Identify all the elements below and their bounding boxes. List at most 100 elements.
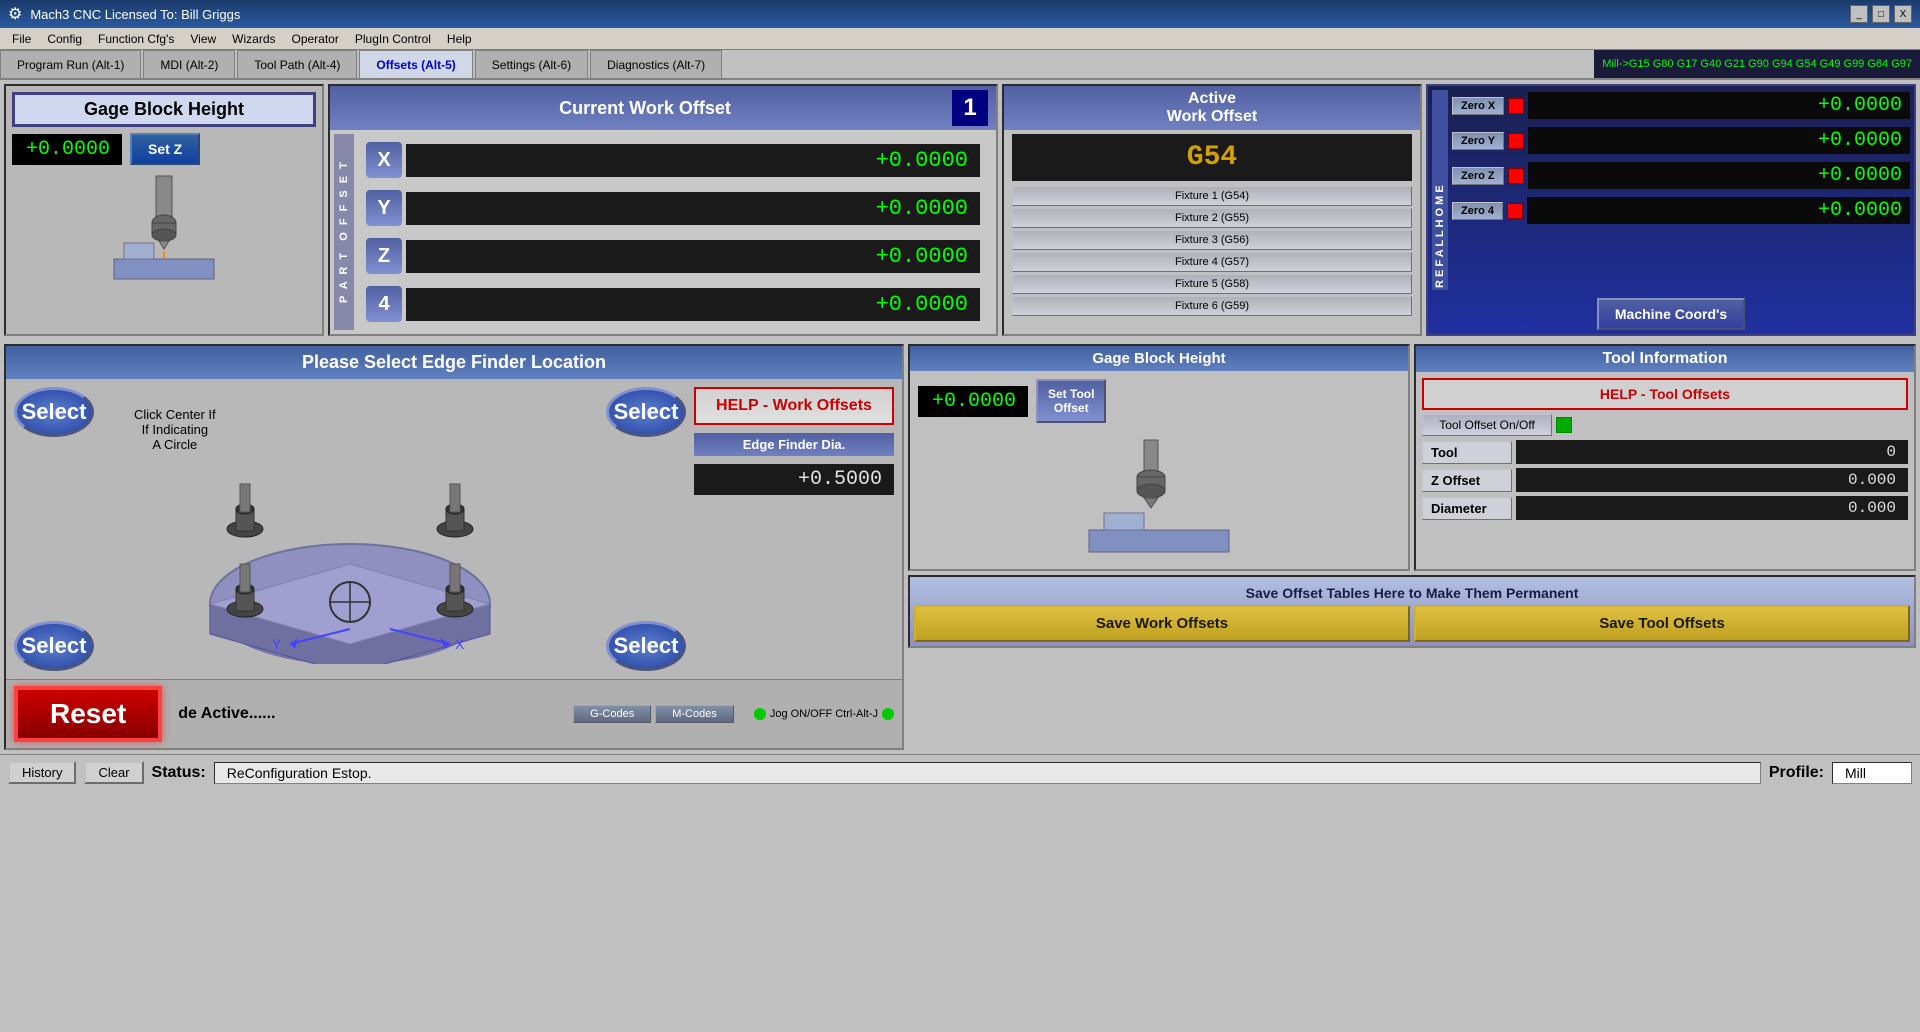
- tab-bar: Program Run (Alt-1) MDI (Alt-2) Tool Pat…: [0, 50, 1920, 80]
- edge-finder-dia-label: Edge Finder Dia.: [694, 433, 894, 456]
- menu-view[interactable]: View: [182, 30, 224, 48]
- menu-plugin-control[interactable]: PlugIn Control: [347, 30, 439, 48]
- minimize-button[interactable]: _: [1850, 5, 1868, 23]
- title-bar-left: ⚙ Mach3 CNC Licensed To: Bill Griggs: [8, 4, 240, 24]
- menu-config[interactable]: Config: [39, 30, 90, 48]
- tab-offsets[interactable]: Offsets (Alt-5): [359, 50, 472, 78]
- save-work-offsets-button[interactable]: Save Work Offsets: [914, 605, 1410, 642]
- menu-operator[interactable]: Operator: [284, 30, 347, 48]
- tab-program-run[interactable]: Program Run (Alt-1): [0, 50, 141, 78]
- close-button[interactable]: X: [1894, 5, 1912, 23]
- help-work-offsets-button[interactable]: HELP - Work Offsets: [694, 387, 894, 425]
- ref-all-home-label[interactable]: R E F A L L H O M E: [1432, 90, 1448, 290]
- fixture-g54-button[interactable]: Fixture 1 (G54): [1012, 186, 1412, 206]
- menu-help[interactable]: Help: [439, 30, 480, 48]
- edge-finder-right: HELP - Work Offsets Edge Finder Dia. +0.…: [694, 387, 894, 671]
- fixture-g55-button[interactable]: Fixture 2 (G55): [1012, 208, 1412, 228]
- zero-y-button[interactable]: Zero Y: [1452, 132, 1504, 150]
- select-top-right-button[interactable]: Select: [606, 387, 686, 437]
- tool-info-panel: Tool Information HELP - Tool Offsets Too…: [1414, 344, 1916, 571]
- axis-value-z[interactable]: +0.0000: [406, 240, 980, 273]
- select-bottom-right-button[interactable]: Select: [606, 621, 686, 671]
- zero-row-z: Zero Z +0.0000: [1452, 162, 1910, 189]
- axis-value-y[interactable]: +0.0000: [406, 192, 980, 225]
- fixture-g58-button[interactable]: Fixture 5 (G58): [1012, 274, 1412, 294]
- history-button[interactable]: History: [8, 761, 76, 784]
- edge-finder-diagram: Select Select Select Select Click Center…: [14, 387, 686, 671]
- z-offset-row: Z Offset 0.000: [1422, 468, 1908, 492]
- maximize-button[interactable]: □: [1872, 5, 1890, 23]
- axes-container: X +0.0000 Y +0.0000 Z +0.0000 4 +0.0000: [354, 134, 992, 330]
- set-z-button[interactable]: Set Z: [130, 133, 200, 165]
- tab-tool-path[interactable]: Tool Path (Alt-4): [237, 50, 357, 78]
- zero-row-4: Zero 4 +0.0000: [1452, 197, 1910, 224]
- gage-block-bottom-panel: Gage Block Height +0.0000 Set ToolOffset: [908, 344, 1410, 571]
- work-offset-header: Current Work Offset 1: [330, 86, 996, 130]
- zero-4-button[interactable]: Zero 4: [1452, 202, 1503, 220]
- tool-info-content: HELP - Tool Offsets Tool Offset On/Off T…: [1416, 372, 1914, 526]
- menu-file[interactable]: File: [4, 30, 39, 48]
- save-buttons-row: Save Work Offsets Save Tool Offsets: [914, 605, 1910, 642]
- mcodes-button[interactable]: M-Codes: [655, 705, 734, 723]
- gage-block-svg: [104, 171, 224, 291]
- fixture-g57-button[interactable]: Fixture 4 (G57): [1012, 252, 1412, 272]
- y-indicator: [1508, 133, 1524, 149]
- machine-value-x: +0.0000: [1528, 92, 1910, 119]
- menu-wizards[interactable]: Wizards: [224, 30, 283, 48]
- tool-value[interactable]: 0: [1516, 440, 1908, 464]
- machine-panel: R E F A L L H O M E Zero X +0.0000 Zero …: [1426, 84, 1916, 336]
- machine-value-y: +0.0000: [1528, 127, 1910, 154]
- gcode-status: Mill->G15 G80 G17 G40 G21 G90 G94 G54 G4…: [1594, 50, 1920, 78]
- select-bottom-right: Select: [606, 621, 686, 671]
- diameter-row: Diameter 0.000: [1422, 496, 1908, 520]
- tab-diagnostics[interactable]: Diagnostics (Alt-7): [590, 50, 722, 78]
- jog-label[interactable]: Jog ON/OFF Ctrl-Alt-J: [770, 708, 878, 720]
- tool-offset-onoff-button[interactable]: Tool Offset On/Off: [1422, 414, 1552, 436]
- z-indicator: [1508, 168, 1524, 184]
- fixture-g56-button[interactable]: Fixture 3 (G56): [1012, 230, 1412, 250]
- machine-inner: R E F A L L H O M E Zero X +0.0000 Zero …: [1432, 90, 1910, 290]
- tab-settings[interactable]: Settings (Alt-6): [475, 50, 588, 78]
- clear-button[interactable]: Clear: [84, 761, 143, 784]
- axis-label-z: Z: [366, 238, 402, 274]
- z-offset-value[interactable]: 0.000: [1516, 468, 1908, 492]
- zero-row-y: Zero Y +0.0000: [1452, 127, 1910, 154]
- axis-label-y: Y: [366, 190, 402, 226]
- edge-finder-panel: Please Select Edge Finder Location Selec…: [4, 344, 904, 750]
- gage-block-row: +0.0000 Set Z: [12, 133, 316, 165]
- select-bottom-left-button[interactable]: Select: [14, 621, 94, 671]
- main-content: Gage Block Height +0.0000 Set Z: [0, 80, 1920, 344]
- 4-indicator: [1507, 203, 1523, 219]
- work-offset-body: P A R T O F F S E T X +0.0000 Y +0.0000 …: [334, 134, 992, 330]
- fixture-g59-button[interactable]: Fixture 6 (G59): [1012, 296, 1412, 316]
- reset-button[interactable]: Reset: [14, 686, 162, 742]
- edge-finder-content: Select Select Select Select Click Center…: [6, 379, 902, 679]
- save-tool-offsets-button[interactable]: Save Tool Offsets: [1414, 605, 1910, 642]
- axis-row-x: X +0.0000: [366, 142, 980, 178]
- svg-text:Y: Y: [272, 636, 282, 652]
- edge-finder-dia-value[interactable]: +0.5000: [694, 464, 894, 495]
- gage-block-title: Gage Block Height: [12, 92, 316, 127]
- select-top-right: Select: [606, 387, 686, 437]
- zero-x-button[interactable]: Zero X: [1452, 97, 1504, 115]
- select-top-left-button[interactable]: Select: [14, 387, 94, 437]
- save-offset-panel: Save Offset Tables Here to Make Them Per…: [908, 575, 1916, 648]
- axis-value-x[interactable]: +0.0000: [406, 144, 980, 177]
- tab-mdi[interactable]: MDI (Alt-2): [143, 50, 235, 78]
- status-bar: History Clear Status: ReConfiguration Es…: [0, 754, 1920, 790]
- offset-number[interactable]: 1: [952, 90, 988, 126]
- status-value: ReConfiguration Estop.: [214, 762, 1761, 784]
- center-text: Click Center IfIf IndicatingA Circle: [134, 407, 216, 452]
- axis-row-4: 4 +0.0000: [366, 286, 980, 322]
- codes-buttons: G-Codes M-Codes Jog ON/OFF Ctrl-Alt-J: [573, 705, 894, 723]
- set-tool-offset-button[interactable]: Set ToolOffset: [1036, 379, 1106, 423]
- axis-row-z: Z +0.0000: [366, 238, 980, 274]
- zero-z-button[interactable]: Zero Z: [1452, 167, 1504, 185]
- gcodes-button[interactable]: G-Codes: [573, 705, 651, 723]
- diameter-value[interactable]: 0.000: [1516, 496, 1908, 520]
- menu-function-cfg[interactable]: Function Cfg's: [90, 30, 182, 48]
- axis-value-4[interactable]: +0.0000: [406, 288, 980, 321]
- axis-row-y: Y +0.0000: [366, 190, 980, 226]
- help-tool-offsets-button[interactable]: HELP - Tool Offsets: [1422, 378, 1908, 410]
- machine-coords-button[interactable]: Machine Coord's: [1597, 298, 1745, 330]
